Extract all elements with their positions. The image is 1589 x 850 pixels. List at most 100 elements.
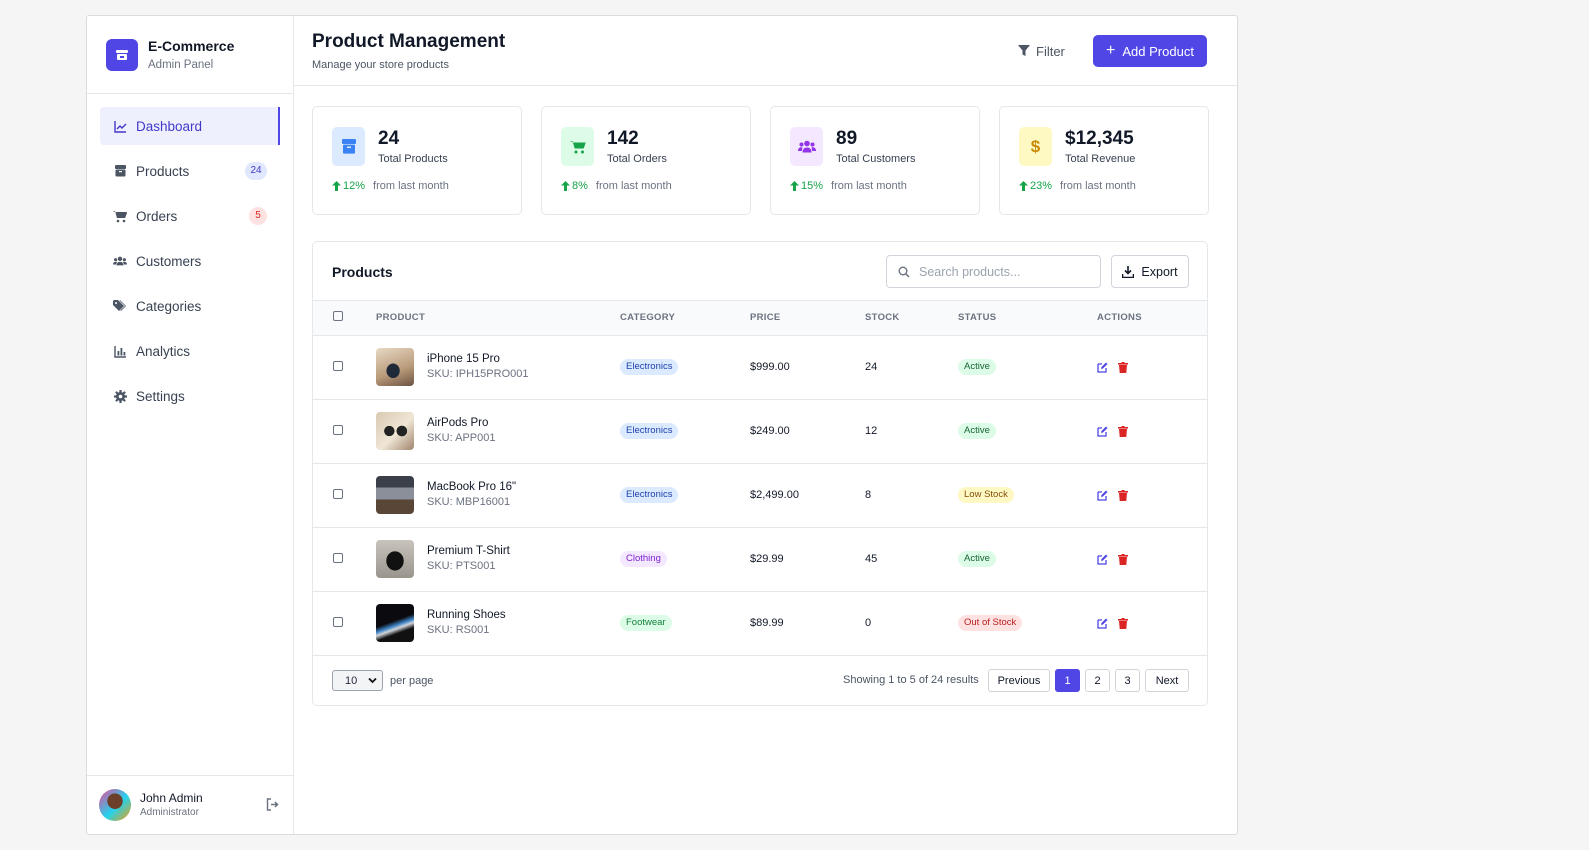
orders-count-badge: 5 [249, 207, 267, 225]
status-badge: Active [958, 423, 996, 439]
sidebar-item-label: Customers [136, 253, 202, 269]
delete-icon[interactable] [1118, 617, 1129, 629]
trend-value: 23% [1030, 180, 1053, 192]
pagination-page-2[interactable]: 2 [1085, 669, 1110, 692]
export-label: Export [1141, 264, 1178, 279]
status-badge: Active [958, 551, 996, 567]
category-badge: Electronics [620, 487, 679, 503]
sidebar-item-dashboard[interactable]: Dashboard [100, 107, 280, 145]
edit-icon[interactable] [1097, 362, 1108, 373]
product-thumbnail [376, 348, 414, 386]
row-checkbox[interactable] [333, 488, 343, 499]
gear-icon [113, 389, 127, 403]
export-button[interactable]: Export [1111, 255, 1189, 288]
product-sku: SKU: IPH15PRO001 [427, 368, 529, 380]
sidebar-item-label: Categories [136, 298, 202, 314]
sidebar-item-categories[interactable]: Categories [100, 287, 280, 325]
sidebar-item-label: Settings [136, 388, 185, 404]
table-header-row: PRODUCT CATEGORY PRICE STOCK STATUS ACTI… [313, 301, 1207, 335]
store-icon [106, 38, 138, 71]
sidebar-item-products[interactable]: Products 24 [100, 152, 280, 190]
product-name: Running Shoes [427, 609, 506, 621]
category-badge: Footwear [620, 615, 672, 631]
delete-icon[interactable] [1118, 361, 1129, 373]
delete-icon[interactable] [1118, 553, 1129, 565]
sidebar-item-analytics[interactable]: Analytics [100, 332, 280, 370]
stat-trend: 12% from last month [332, 180, 449, 192]
product-name: Premium T-Shirt [427, 545, 510, 557]
products-card-title: Products [332, 264, 393, 280]
edit-icon[interactable] [1097, 554, 1108, 565]
product-sku: SKU: RS001 [427, 624, 490, 636]
stats-row: 24 Total Products 12% from last month 142… [312, 106, 1209, 215]
status-badge: Active [958, 359, 996, 375]
table-row: iPhone 15 Pro SKU: IPH15PRO001 Electronic… [313, 335, 1207, 399]
pagination-page-1[interactable]: 1 [1055, 669, 1080, 692]
trend-value: 12% [343, 180, 366, 192]
trend-note: from last month [1060, 180, 1136, 192]
delete-icon[interactable] [1118, 489, 1129, 501]
product-sku: SKU: MBP16001 [427, 496, 511, 508]
select-all-checkbox[interactable] [333, 311, 343, 322]
pagination-next[interactable]: Next [1145, 669, 1189, 692]
page-title: Product Management [312, 31, 506, 52]
filter-label: Filter [1036, 43, 1065, 59]
row-checkbox[interactable] [333, 552, 343, 563]
product-thumbnail [376, 604, 414, 642]
logout-icon[interactable] [266, 798, 280, 812]
col-price[interactable]: PRICE [750, 301, 865, 335]
trend-value: 15% [801, 180, 824, 192]
search-input[interactable] [919, 264, 1089, 279]
trend-value: 8% [572, 180, 588, 192]
per-page-value: 10 [345, 674, 358, 687]
chart-line-icon [113, 119, 127, 133]
product-thumbnail [376, 476, 414, 514]
search-box[interactable] [886, 255, 1101, 288]
edit-icon[interactable] [1097, 490, 1108, 501]
stat-label: Total Products [378, 153, 448, 165]
filter-button[interactable]: Filter [1018, 41, 1065, 61]
stat-label: Total Orders [607, 153, 667, 165]
row-checkbox[interactable] [333, 424, 343, 435]
price-cell: $249.00 [750, 425, 790, 437]
product-sku: SKU: PTS001 [427, 560, 496, 572]
plus-icon: + [1106, 42, 1116, 59]
stat-card-products: 24 Total Products 12% from last month [312, 106, 522, 215]
sidebar-item-orders[interactable]: Orders 5 [100, 197, 280, 235]
brand-subtitle: Admin Panel [148, 58, 214, 71]
sidebar-item-customers[interactable]: Customers [100, 242, 280, 280]
edit-icon[interactable] [1097, 426, 1108, 437]
stat-value: 24 [378, 128, 400, 149]
status-badge: Out of Stock [958, 615, 1023, 631]
box-icon [113, 164, 127, 178]
dollar-icon: $ [1019, 127, 1052, 166]
price-cell: $999.00 [750, 361, 790, 373]
arrow-up-icon [790, 181, 799, 191]
category-badge: Clothing [620, 551, 667, 567]
col-status[interactable]: STATUS [958, 301, 1097, 335]
pagination-previous[interactable]: Previous [988, 669, 1050, 692]
product-thumbnail [376, 412, 414, 450]
col-product[interactable]: PRODUCT [376, 301, 620, 335]
stat-label: Total Revenue [1065, 153, 1136, 165]
product-sku: SKU: APP001 [427, 432, 496, 444]
sidebar-item-settings[interactable]: Settings [100, 377, 280, 415]
col-stock[interactable]: STOCK [865, 301, 958, 335]
row-checkbox[interactable] [333, 360, 343, 371]
row-checkbox[interactable] [333, 616, 343, 627]
products-card-header: Products Export [313, 242, 1207, 301]
edit-icon[interactable] [1097, 618, 1108, 629]
stock-cell: 8 [865, 489, 872, 501]
add-product-button[interactable]: + Add Product [1093, 35, 1207, 67]
delete-icon[interactable] [1118, 425, 1129, 437]
per-page-select[interactable]: 10 [332, 670, 383, 691]
col-category[interactable]: CATEGORY [620, 301, 750, 335]
pagination-page-3[interactable]: 3 [1115, 669, 1140, 692]
add-product-label: Add Product [1122, 43, 1194, 59]
search-icon [898, 266, 910, 278]
stat-card-customers: 89 Total Customers 15% from last month [770, 106, 980, 215]
pagination: Previous 1 2 3 Next [988, 669, 1189, 692]
arrow-up-icon [332, 181, 341, 191]
main-content: Product Management Manage your store pro… [294, 16, 1237, 834]
cart-icon [561, 127, 594, 166]
